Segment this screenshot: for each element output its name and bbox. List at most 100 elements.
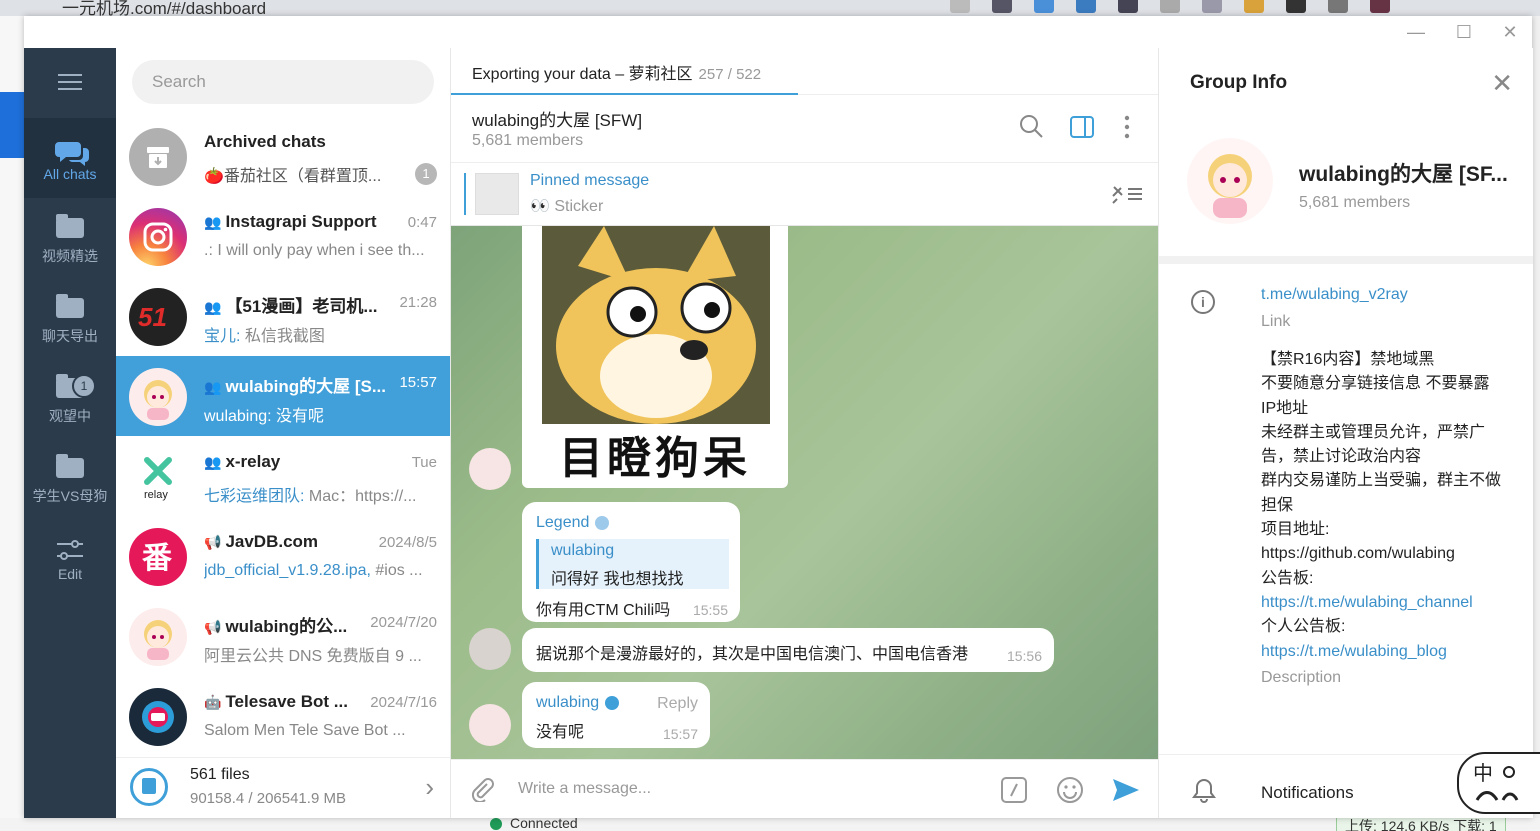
export-progress-bar[interactable]: Exporting your data – 萝莉社区 257 / 522 bbox=[451, 48, 1158, 95]
more-options-icon[interactable] bbox=[1115, 114, 1141, 140]
chat-item-wulabing-channel[interactable]: 📢 wulabing的公... 2024/7/20 阿里云公共 DNS 免费版自 … bbox=[116, 596, 450, 676]
extension-icon[interactable] bbox=[1034, 0, 1054, 13]
chat-title: wulabing的大屋 [SFW] bbox=[472, 111, 643, 130]
folder-students[interactable]: 学生VS母狗 bbox=[24, 438, 116, 518]
chat-item-telesave[interactable]: 🤖 Telesave Bot ... 2024/7/16 Salom Men Te… bbox=[116, 676, 450, 756]
blog-link[interactable]: https://t.me/wulabing_blog bbox=[1261, 643, 1447, 660]
star-icon[interactable] bbox=[950, 0, 970, 13]
reply-button[interactable]: Reply bbox=[657, 695, 698, 713]
folder-rail: All chats 视频精选 聊天导出 1 观望中 学生VS母狗 Edit bbox=[24, 48, 116, 818]
folder-edit[interactable]: Edit bbox=[24, 518, 116, 598]
chat-avatar: relay bbox=[129, 448, 187, 506]
search-icon[interactable] bbox=[1019, 114, 1045, 140]
chat-header[interactable]: wulabing的大屋 [SFW] 5,681 members bbox=[451, 94, 1158, 163]
send-icon[interactable] bbox=[1111, 776, 1141, 809]
emoji-icon[interactable] bbox=[1056, 776, 1084, 809]
message-text: 据说那个是漫游最好的，其次是中国电信澳门、中国电信香港 bbox=[536, 646, 969, 663]
message-input[interactable]: Write a message... bbox=[518, 780, 651, 798]
attach-icon[interactable] bbox=[469, 776, 495, 807]
pinned-message-bar[interactable]: Pinned message 👀 Sticker bbox=[451, 163, 1158, 226]
chat-name: 👥 Instagrapi Support bbox=[204, 212, 377, 231]
folder-icon bbox=[55, 214, 85, 240]
chat-name: 📢 wulabing的公... bbox=[204, 617, 348, 636]
browser-url[interactable]: 一元机场.com/#/dashboard bbox=[62, 0, 266, 16]
chat-preview: 七彩运维团队: Mac：https://... bbox=[204, 488, 417, 505]
extension-icon[interactable] bbox=[1202, 0, 1222, 13]
search-placeholder: Search bbox=[152, 72, 206, 91]
group-details: i t.me/wulabing_v2ray Link 【禁R16内容】禁地域黑 … bbox=[1159, 264, 1533, 818]
sender-avatar[interactable] bbox=[469, 448, 511, 490]
chat-name: Archived chats bbox=[204, 132, 326, 151]
background-status-strip: Connected 上传: 124.6 KB/s 下载: 1 bbox=[0, 818, 1540, 831]
chat-item-wulabing[interactable]: 👥 wulabing的大屋 [S... 15:57 wulabing: 没有呢 bbox=[116, 356, 450, 436]
group-name: wulabing的大屋 [SF... bbox=[1299, 163, 1508, 186]
group-link[interactable]: t.me/wulabing_v2ray bbox=[1261, 286, 1408, 304]
close-window-button[interactable]: ✕ bbox=[1498, 20, 1522, 44]
sticker-caption: 目瞪狗呆 bbox=[559, 434, 751, 483]
unread-badge: 1 bbox=[415, 163, 437, 185]
message-bubble[interactable]: 据说那个是漫游最好的，其次是中国电信澳门、中国电信香港 15:56 bbox=[522, 628, 1054, 672]
group-icon: 👥 bbox=[204, 454, 222, 470]
desc-line: 未经群主或管理员允许，严禁广告，禁止讨论政治内容 bbox=[1261, 423, 1486, 466]
megaphone-icon: 📢 bbox=[204, 534, 222, 550]
sticker-image[interactable]: 目瞪狗呆 bbox=[522, 226, 788, 488]
hamburger-menu-icon[interactable] bbox=[24, 48, 116, 116]
desc-line: 项目地址: https://github.com/wulabing bbox=[1261, 521, 1455, 563]
folder-videos[interactable]: 视频精选 bbox=[24, 198, 116, 278]
message-bubble[interactable]: wulabing Reply 没有呢 15:57 bbox=[522, 682, 710, 748]
sidebar-toggle-icon[interactable] bbox=[1069, 114, 1095, 140]
chat-item-instagrapi[interactable]: 👥 Instagrapi Support 0:47 .: I will only … bbox=[116, 196, 450, 276]
folder-watching[interactable]: 1 观望中 bbox=[24, 358, 116, 438]
connected-status: Connected bbox=[490, 818, 578, 831]
conversation-panel: Exporting your data – 萝莉社区 257 / 522 wula… bbox=[451, 48, 1158, 818]
background-page-edge bbox=[0, 16, 24, 831]
extension-icon[interactable] bbox=[1286, 0, 1306, 13]
commands-icon[interactable] bbox=[1000, 776, 1028, 809]
desc-line: 群内交易谨防上当受骗，群主不做担保 bbox=[1261, 472, 1502, 514]
pinned-accent bbox=[464, 173, 466, 215]
floating-sticker-widget[interactable]: 中 bbox=[1457, 752, 1540, 814]
close-icon[interactable]: ✕ bbox=[1491, 68, 1513, 99]
maximize-button[interactable]: ☐ bbox=[1452, 20, 1476, 44]
chat-avatar: 51 bbox=[129, 288, 187, 346]
sender-avatar[interactable] bbox=[469, 704, 511, 746]
profile-avatar[interactable] bbox=[1370, 0, 1390, 13]
browser-extension-icons bbox=[950, 0, 1390, 13]
group-avatar[interactable] bbox=[1187, 138, 1273, 224]
extension-icon[interactable] bbox=[1160, 0, 1180, 13]
extension-icon[interactable] bbox=[1244, 0, 1264, 13]
message-bubble[interactable]: Legend wulabing 问得好 我也想找找 你有用CTM Chili吗 … bbox=[522, 502, 740, 622]
folder-label: Edit bbox=[57, 566, 83, 582]
search-input[interactable]: Search bbox=[132, 60, 434, 104]
extension-icon[interactable] bbox=[992, 0, 1012, 13]
channel-link[interactable]: https://t.me/wulabing_channel bbox=[1261, 594, 1473, 611]
files-size: 90158.4 / 206541.9 MB bbox=[190, 790, 346, 807]
puzzle-icon[interactable] bbox=[1328, 0, 1348, 13]
message-composer[interactable]: Write a message... bbox=[451, 759, 1158, 818]
bot-icon: 🤖 bbox=[204, 694, 222, 710]
chat-time: 15:57 bbox=[399, 374, 437, 391]
reply-quote[interactable]: wulabing 问得好 我也想找找 bbox=[536, 539, 729, 589]
quote-text: 问得好 我也想找找 bbox=[551, 571, 684, 588]
folder-all-chats[interactable]: All chats bbox=[24, 118, 116, 198]
svg-text:番: 番 bbox=[142, 541, 173, 576]
download-files-bar[interactable]: 561 files 90158.4 / 206541.9 MB › bbox=[116, 757, 450, 818]
minimize-button[interactable]: — bbox=[1404, 20, 1428, 44]
chevron-right-icon[interactable]: › bbox=[425, 772, 434, 803]
files-count: 561 files bbox=[190, 766, 250, 783]
folder-icon bbox=[55, 454, 85, 480]
folder-label: 学生VS母狗 bbox=[32, 488, 108, 504]
chat-avatar bbox=[129, 368, 187, 426]
chat-item-xrelay[interactable]: relay 👥 x-relay Tue 七彩运维团队: Mac：https://.… bbox=[116, 436, 450, 516]
folder-export[interactable]: 聊天导出 bbox=[24, 278, 116, 358]
chat-item-javdb[interactable]: 番 📢 JavDB.com 2024/8/5 jdb_official_v1.9.… bbox=[116, 516, 450, 596]
pinned-list-icon[interactable] bbox=[1110, 183, 1144, 210]
chat-name: 👥 x-relay bbox=[204, 452, 281, 471]
extension-icon[interactable] bbox=[1076, 0, 1096, 13]
file-icon bbox=[130, 768, 168, 806]
chat-item-archived[interactable]: Archived chats 🍅番茄社区（看群置顶... 1 bbox=[116, 116, 450, 196]
chat-item-51manhua[interactable]: 51 👥 【51漫画】老司机... 21:28 宝儿: 私信我截图 bbox=[116, 276, 450, 356]
extension-icon[interactable] bbox=[1118, 0, 1138, 13]
sender-avatar[interactable] bbox=[469, 628, 511, 670]
chat-name: 📢 JavDB.com bbox=[204, 532, 319, 551]
